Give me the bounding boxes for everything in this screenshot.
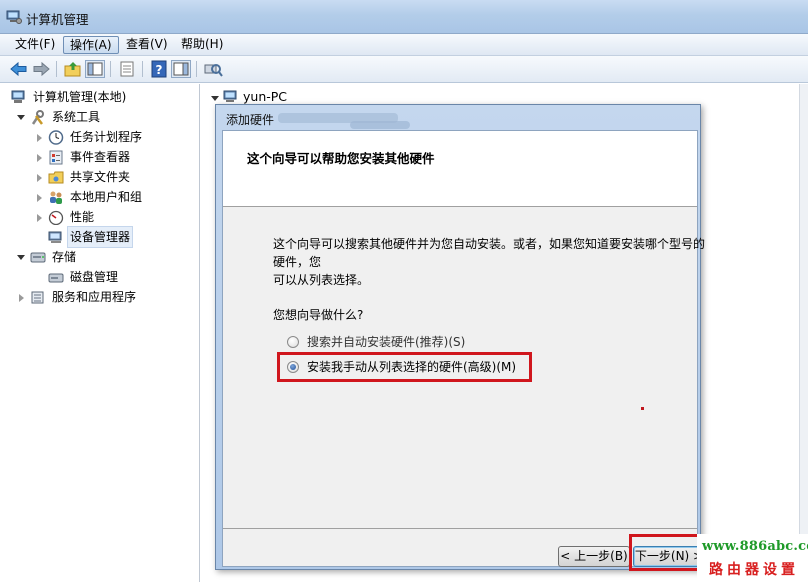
computer-management-icon <box>6 10 22 27</box>
highlight-box-next <box>629 534 701 571</box>
properties-icon[interactable] <box>117 60 137 78</box>
radio-button[interactable] <box>287 336 299 348</box>
toolbar-separator <box>196 61 197 77</box>
clock-icon <box>48 130 64 145</box>
tree-item-task-scheduler[interactable]: 任务计划程序 <box>48 127 193 147</box>
add-hardware-dialog: 添加硬件 这个向导可以帮助您安装其他硬件 这个向导可以搜索其他硬件并为您自动安装… <box>215 104 705 570</box>
tree-item-storage[interactable]: 存储 <box>30 247 190 267</box>
footer-separator <box>223 528 697 529</box>
dialog-title: 添加硬件 <box>226 113 275 127</box>
pc-node-label[interactable]: yun-PC <box>243 89 287 104</box>
tree-item-services-apps[interactable]: 服务和应用程序 <box>30 287 195 307</box>
tree-item-local-users[interactable]: 本地用户和组 <box>48 187 193 207</box>
dialog-content: 这个向导可以帮助您安装其他硬件 这个向导可以搜索其他硬件并为您自动安装。或者，如… <box>222 130 705 567</box>
collapsed-arrow-icon[interactable] <box>37 214 42 222</box>
menu-help[interactable]: 帮助(H) <box>175 36 229 54</box>
console-tree: 计算机管理(本地) 系统工具 任务计划程序 事件查看器 共享文件夹 本地用户和组… <box>0 84 200 582</box>
tree-item-system-tools[interactable]: 系统工具 <box>30 107 190 127</box>
menu-view[interactable]: 查看(V) <box>120 36 174 54</box>
tools-icon <box>30 110 46 125</box>
disk-icon <box>48 270 64 285</box>
storage-icon <box>30 250 46 265</box>
tree-item-performance[interactable]: 性能 <box>48 207 193 227</box>
forward-arrow-icon[interactable] <box>31 60 51 78</box>
event-log-icon <box>48 150 64 165</box>
expand-arrow-icon[interactable] <box>211 96 219 101</box>
vertical-scrollbar[interactable] <box>799 84 808 582</box>
wizard-heading: 这个向导可以帮助您安装其他硬件 <box>247 151 435 166</box>
users-icon <box>48 190 64 205</box>
collapsed-arrow-icon[interactable] <box>37 154 42 162</box>
collapsed-arrow-icon[interactable] <box>37 174 42 182</box>
expand-arrow-icon[interactable] <box>17 255 25 260</box>
expand-arrow-icon[interactable] <box>17 115 25 120</box>
tree-item-event-viewer[interactable]: 事件查看器 <box>48 147 193 167</box>
svg-text:?: ? <box>156 63 163 77</box>
toolbar-separator <box>110 61 111 77</box>
show-hide-tree-icon[interactable] <box>85 60 105 78</box>
toolbar: ? <box>0 56 808 83</box>
device-manager-icon <box>48 230 64 245</box>
collapsed-arrow-icon[interactable] <box>37 194 42 202</box>
back-arrow-icon[interactable] <box>9 60 29 78</box>
collapsed-arrow-icon[interactable] <box>37 134 42 142</box>
title-bar: 计算机管理 <box>0 0 808 34</box>
action-pane-icon[interactable] <box>171 60 191 78</box>
blurred-background <box>350 121 410 129</box>
toolbar-separator <box>142 61 143 77</box>
tree-item-disk-management[interactable]: 磁盘管理 <box>48 267 193 287</box>
back-button[interactable]: < 上一步(B) <box>558 546 630 567</box>
tree-item-device-manager[interactable]: 设备管理器 <box>48 226 193 248</box>
help-icon[interactable]: ? <box>149 60 169 78</box>
wizard-header: 这个向导可以帮助您安装其他硬件 <box>223 131 697 207</box>
services-icon <box>30 290 46 305</box>
computer-icon <box>11 90 27 105</box>
scan-hardware-icon[interactable] <box>203 60 223 78</box>
watermark-text: 路由器设置 <box>709 562 799 578</box>
watermark-url: www.886abc.com <box>702 539 808 554</box>
menu-action[interactable]: 操作(A) <box>63 36 119 54</box>
tree-item-root[interactable]: 计算机管理(本地) <box>11 87 191 107</box>
toolbar-separator <box>56 61 57 77</box>
wizard-description: 这个向导可以搜索其他硬件并为您自动安装。或者，如果您知道要安装哪个型号的硬件，您… <box>273 237 706 287</box>
shared-folder-icon <box>48 170 64 185</box>
menu-file[interactable]: 文件(F) <box>9 36 61 54</box>
menu-bar: 文件(F) 操作(A) 查看(V) 帮助(H) <box>0 34 808 56</box>
up-folder-icon[interactable] <box>63 60 83 78</box>
marker-dot <box>641 407 644 410</box>
highlight-box-option <box>277 352 532 382</box>
window-title: 计算机管理 <box>26 12 89 27</box>
collapsed-arrow-icon[interactable] <box>19 294 24 302</box>
tree-item-shared-folders[interactable]: 共享文件夹 <box>48 167 193 187</box>
wizard-question: 您想向导做什么? <box>273 308 364 322</box>
performance-gauge-icon <box>48 210 64 226</box>
